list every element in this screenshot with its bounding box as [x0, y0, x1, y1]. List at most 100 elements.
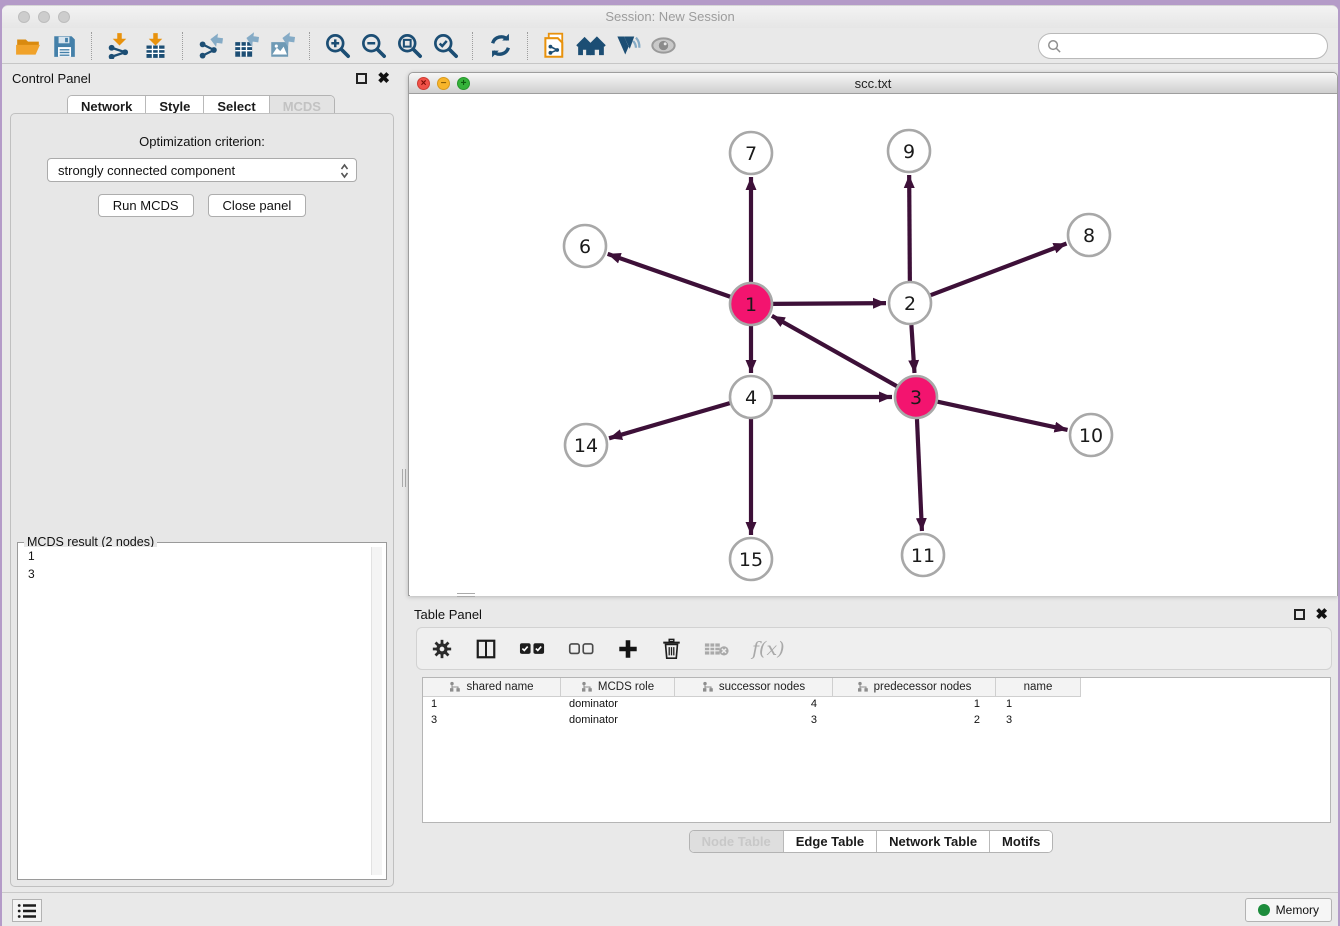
graph-node-14[interactable]: 14 — [565, 424, 607, 466]
delete-columns-button[interactable] — [661, 638, 682, 660]
graph-node-7[interactable]: 7 — [730, 132, 772, 174]
column-header-successor-nodes[interactable]: successor nodes — [675, 678, 833, 697]
graph-node-8[interactable]: 8 — [1068, 214, 1110, 256]
graph-node-4[interactable]: 4 — [730, 376, 772, 418]
graph-edge-2-3[interactable] — [911, 325, 914, 373]
float-table-panel-icon[interactable] — [1294, 609, 1305, 620]
graph-edge-1-2[interactable] — [773, 303, 886, 304]
function-builder-button[interactable]: f(x) — [752, 638, 785, 660]
import-network-button[interactable] — [104, 31, 134, 61]
zoom-in-button[interactable] — [322, 31, 352, 61]
task-history-button[interactable] — [12, 899, 42, 922]
import-table-button[interactable] — [140, 31, 170, 61]
open-session-button[interactable] — [13, 31, 43, 61]
memory-button[interactable]: Memory — [1245, 898, 1332, 922]
memory-status-icon — [1258, 904, 1270, 916]
graph-node-3[interactable]: 3 — [895, 376, 937, 418]
table-cell[interactable]: dominator — [561, 713, 675, 729]
result-item[interactable]: 3 — [22, 565, 382, 583]
close-table-panel-icon[interactable]: ✖ — [1315, 609, 1328, 620]
window-close-button[interactable] — [18, 11, 30, 23]
network-close-button[interactable]: × — [417, 77, 430, 90]
table-header-row: shared nameMCDS rolesuccessor nodesprede… — [423, 678, 1330, 697]
table-cell[interactable]: 3 — [675, 713, 833, 729]
run-mcds-button[interactable]: Run MCDS — [98, 194, 194, 217]
column-header-shared-name[interactable]: shared name — [423, 678, 561, 697]
window-zoom-button[interactable] — [58, 11, 70, 23]
search-input[interactable] — [1067, 39, 1327, 54]
select-all-rows-button[interactable] — [519, 640, 546, 658]
network-maximize-button[interactable]: + — [457, 77, 470, 90]
graph-edge-2-9[interactable] — [909, 175, 910, 281]
graph-node-6[interactable]: 6 — [564, 225, 606, 267]
graph-edge-3-11[interactable] — [917, 419, 922, 531]
column-header-MCDS-role[interactable]: MCDS role — [561, 678, 675, 697]
graph-node-1[interactable]: 1 — [730, 283, 772, 325]
criterion-dropdown[interactable]: strongly connected component — [47, 158, 357, 182]
mcds-result-list[interactable]: 13 — [22, 547, 382, 875]
zoom-fit-button[interactable] — [394, 31, 424, 61]
table-cell[interactable]: 1 — [833, 697, 996, 713]
float-window-icon[interactable] — [356, 73, 367, 84]
table-cell[interactable]: 4 — [675, 697, 833, 713]
close-panel-button[interactable]: Close panel — [208, 194, 307, 217]
graph-node-11[interactable]: 11 — [902, 534, 944, 576]
table-row[interactable]: 3dominator323 — [423, 713, 1330, 729]
tab-node-table[interactable]: Node Table — [690, 831, 784, 852]
refresh-icon — [487, 32, 514, 59]
table-cell[interactable]: 2 — [833, 713, 996, 729]
window-title: Session: New Session — [605, 6, 734, 28]
network-window-titlebar[interactable]: × − + scc.txt — [409, 73, 1337, 94]
zoom-selected-button[interactable] — [430, 31, 460, 61]
result-scrollbar[interactable] — [371, 547, 382, 875]
home-button[interactable] — [576, 31, 606, 61]
apply-layout-button[interactable] — [485, 31, 515, 61]
hide-detail-button[interactable] — [612, 31, 642, 61]
window-minimize-button[interactable] — [38, 11, 50, 23]
network-minimize-button[interactable]: − — [437, 77, 450, 90]
svg-text:7: 7 — [745, 143, 757, 165]
table-cell[interactable]: 3 — [423, 713, 561, 729]
export-image-button[interactable] — [267, 31, 297, 61]
table-row[interactable]: 1dominator411 — [423, 697, 1330, 713]
horizontal-splitter[interactable] — [457, 593, 475, 597]
tab-edge-table[interactable]: Edge Table — [784, 831, 877, 852]
column-header-name[interactable]: name — [996, 678, 1081, 697]
table-cell[interactable]: dominator — [561, 697, 675, 713]
column-tree-icon — [857, 681, 869, 693]
export-network-button[interactable] — [195, 31, 225, 61]
tab-network-table[interactable]: Network Table — [877, 831, 990, 852]
show-view-button[interactable] — [648, 31, 678, 61]
graph-edge-3-1[interactable] — [772, 316, 897, 386]
close-panel-icon[interactable]: ✖ — [377, 73, 390, 84]
zoom-out-button[interactable] — [358, 31, 388, 61]
column-header-predecessor-nodes[interactable]: predecessor nodes — [833, 678, 996, 697]
export-table-icon — [233, 32, 260, 59]
toolbar-separator — [91, 32, 92, 60]
table-cell[interactable]: 1 — [996, 697, 1081, 713]
table-settings-button[interactable] — [431, 638, 453, 660]
svg-text:1: 1 — [745, 294, 757, 316]
graph-node-9[interactable]: 9 — [888, 130, 930, 172]
graph-edge-2-8[interactable] — [931, 244, 1067, 296]
graph-node-15[interactable]: 15 — [730, 538, 772, 580]
split-view-button[interactable] — [475, 638, 497, 660]
network-canvas[interactable]: 7 9 6 8 1 2 4 3 14 10 15 11 — [410, 94, 1337, 596]
save-session-button[interactable] — [49, 31, 79, 61]
graph-edge-4-14[interactable] — [609, 403, 730, 438]
deselect-all-rows-button[interactable] — [568, 640, 595, 658]
export-table-button[interactable] — [231, 31, 261, 61]
result-item[interactable]: 1 — [22, 547, 382, 565]
graph-edge-1-6[interactable] — [608, 254, 731, 297]
delete-table-button[interactable] — [704, 640, 730, 658]
tab-motifs[interactable]: Motifs — [990, 831, 1052, 852]
table-toolbar: f(x) — [416, 627, 1332, 670]
open-network-file-button[interactable] — [540, 31, 570, 61]
graph-node-2[interactable]: 2 — [889, 282, 931, 324]
table-cell[interactable]: 1 — [423, 697, 561, 713]
graph-edge-3-10[interactable] — [937, 402, 1067, 430]
table-cell[interactable]: 3 — [996, 713, 1081, 729]
search-field[interactable] — [1038, 33, 1328, 59]
graph-node-10[interactable]: 10 — [1070, 414, 1112, 456]
add-column-button[interactable] — [617, 638, 639, 660]
